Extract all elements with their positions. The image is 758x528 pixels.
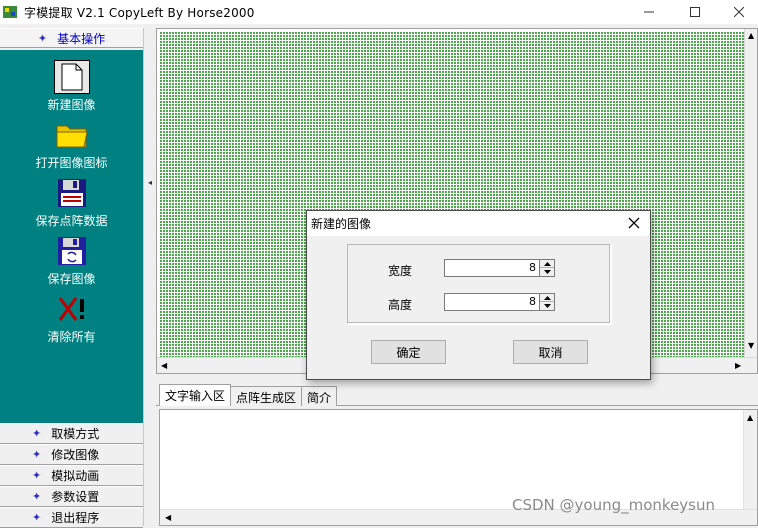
minimize-icon bbox=[644, 11, 654, 13]
scroll-right-icon[interactable]: ▶ bbox=[735, 361, 741, 370]
save-dot-data-tool[interactable]: 保存点阵数据 bbox=[0, 176, 143, 232]
diamond-icon: ✦ bbox=[32, 427, 42, 440]
footer-item-label: 退出程序 bbox=[51, 511, 100, 525]
scroll-down-icon[interactable]: ▼ bbox=[748, 341, 754, 350]
canvas-vertical-scrollbar[interactable]: ▲ ▼ bbox=[744, 29, 757, 357]
new-image-dialog: 新建的图像 宽度 8 高度 8 确定 取消 bbox=[306, 210, 651, 380]
save-image-icon bbox=[54, 234, 90, 268]
footer-item-label: 参数设置 bbox=[51, 490, 100, 504]
footer-item-mode[interactable]: ✦ 取模方式 bbox=[0, 423, 143, 444]
tab-dot-matrix[interactable]: 点阵生成区 bbox=[230, 386, 303, 406]
width-row: 宽度 8 bbox=[348, 259, 612, 281]
save-dot-data-label: 保存点阵数据 bbox=[35, 214, 108, 228]
panel-splitter[interactable]: ◂ bbox=[143, 28, 155, 526]
minimize-button[interactable] bbox=[626, 0, 672, 24]
tab-intro[interactable]: 简介 bbox=[301, 386, 338, 406]
maximize-icon bbox=[690, 7, 700, 17]
diamond-icon: ✦ bbox=[32, 511, 42, 524]
close-button[interactable] bbox=[716, 0, 758, 24]
new-image-tool[interactable]: 新建图像 bbox=[0, 60, 143, 116]
title-bar: 字模提取 V2.1 CopyLeft By Horse2000 bbox=[0, 0, 758, 24]
height-spinner bbox=[539, 293, 555, 311]
left-panel: ✦ 基本操作 新建图像 打开图像图标 保存点阵数据 保存图像 清除所有 ✦ 取模… bbox=[0, 28, 143, 528]
spin-up-icon[interactable] bbox=[540, 294, 554, 302]
save-image-label: 保存图像 bbox=[47, 272, 96, 286]
clear-all-icon bbox=[54, 292, 90, 326]
width-input[interactable]: 8 bbox=[444, 259, 539, 277]
open-image-label: 打开图像图标 bbox=[35, 156, 108, 170]
window-title: 字模提取 V2.1 CopyLeft By Horse2000 bbox=[24, 5, 255, 20]
diamond-icon: ✦ bbox=[32, 469, 42, 482]
collapse-left-icon[interactable]: ◂ bbox=[148, 178, 152, 187]
footer-item-label: 修改图像 bbox=[51, 448, 100, 462]
spin-up-icon[interactable] bbox=[540, 260, 554, 268]
clear-all-label: 清除所有 bbox=[47, 330, 96, 344]
height-label: 高度 bbox=[388, 298, 413, 312]
watermark: CSDN @young_monkeysun bbox=[512, 496, 716, 514]
diamond-icon: ✦ bbox=[32, 490, 42, 503]
basic-ops-header[interactable]: ✦ 基本操作 bbox=[0, 28, 143, 48]
size-group: 宽度 8 高度 8 bbox=[347, 244, 611, 324]
bottom-tabs: 文字输入区 点阵生成区 简介 bbox=[156, 384, 758, 406]
height-row: 高度 8 bbox=[348, 293, 612, 315]
dialog-title: 新建的图像 bbox=[311, 217, 372, 231]
tool-list: 新建图像 打开图像图标 保存点阵数据 保存图像 清除所有 bbox=[0, 50, 143, 449]
tab-text-input[interactable]: 文字输入区 bbox=[159, 384, 232, 406]
scroll-up-icon[interactable]: ▲ bbox=[747, 413, 753, 422]
app-icon bbox=[3, 6, 17, 18]
cancel-button[interactable]: 取消 bbox=[513, 340, 588, 364]
scroll-left-icon[interactable]: ◀ bbox=[165, 513, 171, 522]
width-spinner bbox=[539, 259, 555, 277]
spin-down-icon[interactable] bbox=[540, 302, 554, 310]
footer-item-settings[interactable]: ✦ 参数设置 bbox=[0, 486, 143, 507]
clear-all-tool[interactable]: 清除所有 bbox=[0, 292, 143, 348]
folder-icon bbox=[54, 118, 90, 152]
close-icon bbox=[734, 7, 744, 17]
spin-down-icon[interactable] bbox=[540, 268, 554, 276]
close-icon[interactable] bbox=[626, 215, 642, 231]
footer-item-animation[interactable]: ✦ 模拟动画 bbox=[0, 465, 143, 486]
footer-item-label: 模拟动画 bbox=[51, 469, 100, 483]
scroll-left-icon[interactable]: ◀ bbox=[161, 361, 167, 370]
dialog-title-bar: 新建的图像 bbox=[307, 211, 650, 236]
footer-item-label: 取模方式 bbox=[51, 427, 100, 441]
diamond-icon: ✦ bbox=[32, 448, 42, 461]
ok-button[interactable]: 确定 bbox=[371, 340, 446, 364]
open-image-tool[interactable]: 打开图像图标 bbox=[0, 118, 143, 174]
new-image-label: 新建图像 bbox=[47, 98, 96, 112]
floppy-disk-icon bbox=[54, 176, 90, 210]
maximize-button[interactable] bbox=[672, 0, 718, 24]
text-vertical-scrollbar[interactable]: ▲ bbox=[743, 410, 757, 525]
height-input[interactable]: 8 bbox=[444, 293, 539, 311]
width-label: 宽度 bbox=[388, 264, 413, 278]
diamond-icon: ✦ bbox=[37, 31, 48, 45]
footer-item-exit[interactable]: ✦ 退出程序 bbox=[0, 507, 143, 528]
new-file-icon bbox=[53, 60, 90, 94]
footer-item-edit[interactable]: ✦ 修改图像 bbox=[0, 444, 143, 465]
scroll-up-icon[interactable]: ▲ bbox=[748, 31, 754, 40]
basic-ops-label: 基本操作 bbox=[57, 31, 106, 46]
save-image-tool[interactable]: 保存图像 bbox=[0, 234, 143, 290]
